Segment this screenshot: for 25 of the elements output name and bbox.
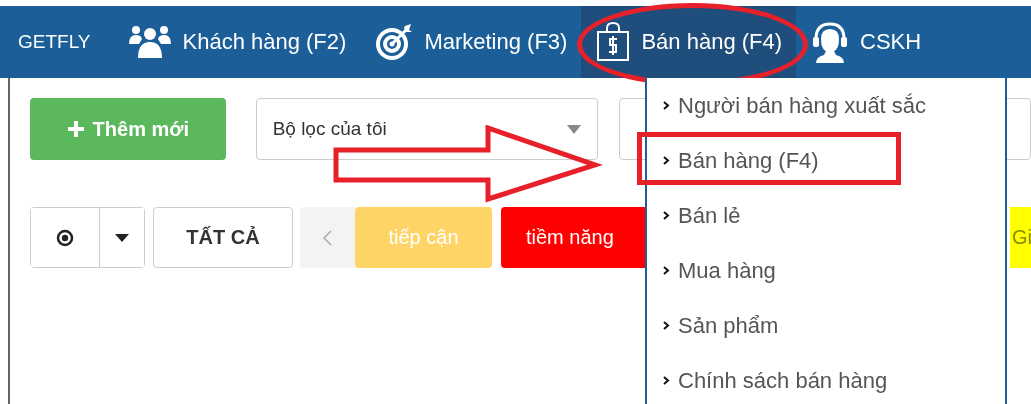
circle-dot-icon	[56, 228, 74, 247]
nav-item[interactable]: Khách hàng (F2)	[112, 6, 361, 78]
chevron-right-icon	[663, 156, 670, 165]
chevron-right-icon	[663, 321, 670, 330]
shopping-bag-icon	[595, 22, 632, 62]
people-icon	[126, 24, 173, 60]
caret-icon	[115, 233, 129, 242]
plus-icon	[66, 120, 85, 138]
dropdown-button[interactable]	[99, 208, 144, 267]
menu-item[interactable]: Bán hàng (F4)	[647, 133, 1005, 188]
chevron-right-icon	[663, 101, 670, 110]
menu-item[interactable]: Chính sách bán hàng	[647, 353, 1005, 404]
brand-name[interactable]: GETFLY	[0, 6, 113, 78]
all-button[interactable]: TẤT CẢ	[153, 207, 293, 268]
chevron-right-icon	[663, 376, 670, 385]
nav-item[interactable]: CSKH	[796, 6, 936, 78]
chevron-left-icon	[323, 229, 332, 246]
nav-item[interactable]: Bán hàng (F4)	[581, 6, 797, 78]
caret-icon	[566, 124, 581, 134]
filter-select[interactable]: Bộ lọc của tôi	[255, 98, 598, 160]
menu-item[interactable]: Người bán hàng xuất sắc	[647, 78, 1005, 133]
nav-item[interactable]: Marketing (F3)	[360, 6, 582, 78]
chevron-right-icon	[663, 211, 670, 220]
menu-item[interactable]: Sản phẩm	[647, 298, 1005, 353]
chevron-right-icon	[663, 266, 670, 275]
